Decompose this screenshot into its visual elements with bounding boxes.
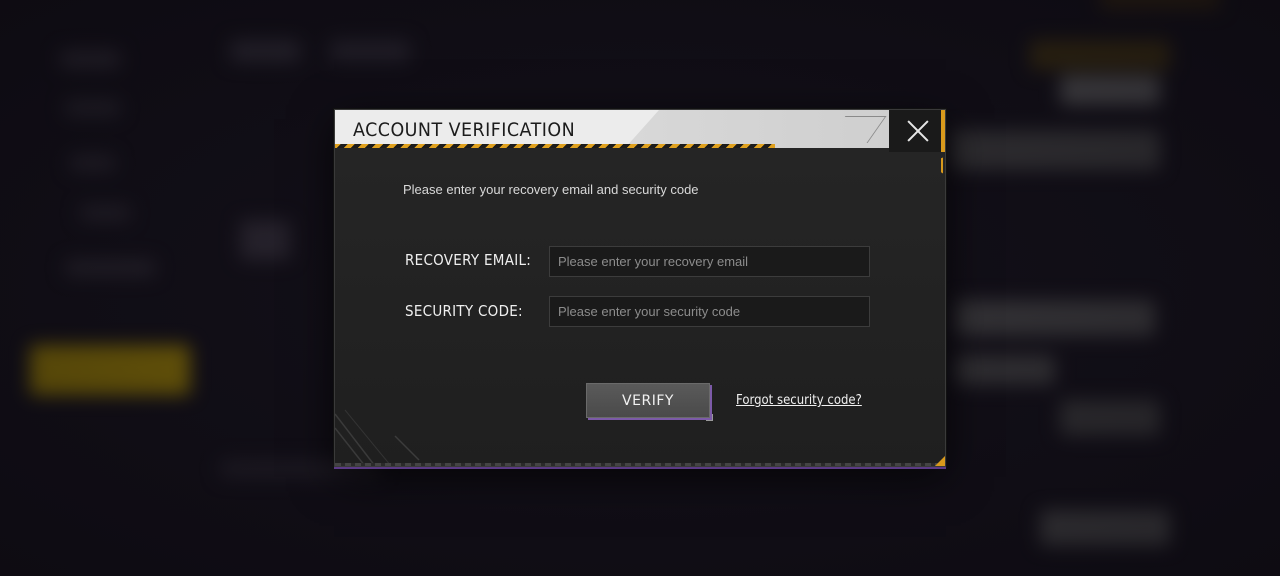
recovery-email-label: RECOVERY EMAIL:: [405, 251, 532, 269]
dialog-title: ACCOUNT VERIFICATION: [353, 119, 576, 141]
dialog-title-bar: ACCOUNT VERIFICATION: [335, 110, 891, 148]
bottom-strip: [335, 463, 945, 466]
security-code-label: SECURITY CODE:: [405, 302, 523, 320]
hazard-stripe: [335, 144, 775, 148]
dialog-bottom-edge: [334, 467, 946, 469]
corner-accent-top-right: [931, 150, 943, 174]
account-verification-dialog: ACCOUNT VERIFICATION Please enter your r…: [334, 109, 946, 469]
verify-button[interactable]: VERIFY: [586, 383, 713, 421]
corner-accent-bottom-right: [935, 456, 945, 466]
recovery-email-input[interactable]: [549, 246, 870, 277]
instructions-text: Please enter your recovery email and sec…: [403, 182, 699, 197]
title-bar-decoration: [625, 110, 891, 148]
forgot-security-code-link[interactable]: Forgot security code?: [736, 393, 862, 408]
close-area: [889, 110, 945, 152]
security-code-input[interactable]: [549, 296, 870, 327]
decorative-lines: [335, 409, 420, 466]
close-icon[interactable]: [905, 118, 931, 144]
